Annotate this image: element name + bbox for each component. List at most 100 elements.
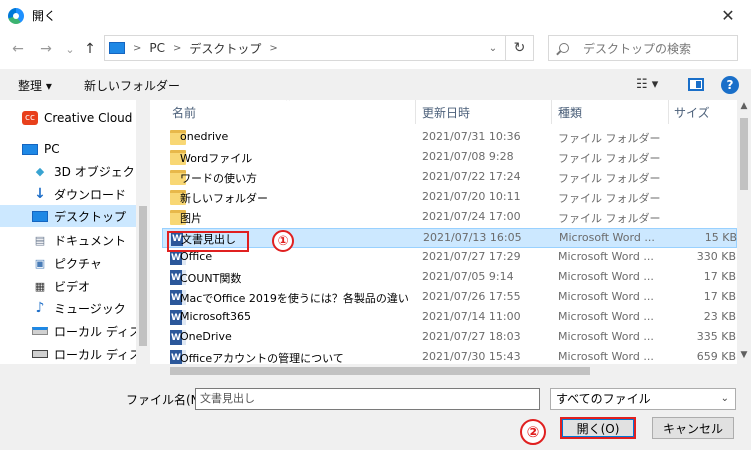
file-modified: 2021/07/05 9:14 <box>422 270 514 283</box>
view-options-icon[interactable]: ☷ ▾ <box>636 77 658 92</box>
pictures-icon: ▣ <box>34 256 46 270</box>
file-row[interactable]: onedrive 2021/07/31 10:36 ファイル フォルダー <box>162 128 737 148</box>
file-name: ワードの使い方 <box>180 172 257 185</box>
file-name: Microsoft365 <box>180 310 252 323</box>
music-icon: ♪ <box>35 300 45 316</box>
chevron-right-icon: > <box>173 42 182 54</box>
file-row[interactable]: ワードの使い方 2021/07/22 17:24 ファイル フォルダー <box>162 168 737 188</box>
scroll-up-icon[interactable]: ▲ <box>738 101 750 111</box>
sidebar-item-downloads[interactable]: ↓ ダウンロード <box>32 183 150 205</box>
pc-icon <box>22 142 38 156</box>
file-row[interactable]: 新しいフォルダー 2021/07/20 10:11 ファイル フォルダー <box>162 188 737 208</box>
file-type: ファイル フォルダー <box>558 152 661 165</box>
window-title: 開く <box>32 9 57 23</box>
sidebar-item-label: ダウンロード <box>54 187 127 202</box>
sidebar-item-videos[interactable]: ▦ ビデオ <box>32 275 150 297</box>
column-header-modified[interactable]: 更新日時 <box>422 100 552 124</box>
drive-icon <box>32 324 48 338</box>
sidebar-item-local-disk-1[interactable]: ローカル ディスク (C <box>32 320 150 342</box>
file-type: Microsoft Word ... <box>558 310 654 323</box>
file-modified: 2021/07/30 15:43 <box>422 350 521 363</box>
file-type: ファイル フォルダー <box>558 132 661 145</box>
sidebar-item-pictures[interactable]: ▣ ピクチャ <box>32 252 150 274</box>
sidebar-item-creative-cloud[interactable]: cc Creative Cloud Files <box>22 107 150 129</box>
sidebar-item-label: ドキュメント <box>54 233 127 248</box>
chevron-right-icon: > <box>133 42 142 54</box>
breadcrumb-desktop[interactable]: デスクトップ <box>189 40 261 57</box>
file-row[interactable]: W OneDrive 2021/07/27 18:03 Microsoft Word … <box>162 328 737 348</box>
address-bar[interactable]: > PC > デスクトップ > ⌄ <box>104 35 506 61</box>
download-icon: ↓ <box>34 186 46 202</box>
column-divider[interactable] <box>668 100 669 124</box>
sidebar-item-label: ピクチャ <box>54 256 102 271</box>
horizontal-scrollbar-thumb[interactable] <box>170 367 590 375</box>
file-size: 335 KB <box>696 330 736 343</box>
sidebar-item-documents[interactable]: ▤ ドキュメント <box>32 229 150 251</box>
file-name: MacでOffice 2019を使うには？各製品の違い <box>180 292 409 305</box>
file-type: Microsoft Word ... <box>558 290 654 303</box>
sidebar-item-3d-objects[interactable]: ◆ 3D オブジェクト <box>32 160 150 182</box>
documents-icon: ▤ <box>34 233 46 247</box>
chevron-down-icon[interactable]: ⌄ <box>481 36 505 60</box>
refresh-button[interactable]: ↻ <box>506 35 534 61</box>
file-row[interactable]: Wordファイル 2021/07/08 9:28 ファイル フォルダー <box>162 148 737 168</box>
column-header-type[interactable]: 種類 <box>558 100 668 124</box>
breadcrumb-pc[interactable]: PC <box>149 41 165 55</box>
recent-locations-icon[interactable]: ⌄ <box>60 39 80 59</box>
desktop-icon <box>32 209 48 223</box>
filename-input[interactable]: 文書見出し <box>195 388 540 410</box>
sort-up-icon: ⌃ <box>284 100 293 108</box>
sidebar-item-local-disk-2[interactable]: ローカル ディスク (C <box>32 343 150 365</box>
filetype-select[interactable]: すべてのファイル ⌄ <box>550 388 736 410</box>
search-placeholder: デスクトップの検索 <box>583 41 692 56</box>
sidebar-scrollbar-thumb[interactable] <box>139 206 147 346</box>
sidebar-item-label: ミュージック <box>54 301 126 316</box>
sidebar-item-label: Creative Cloud Files <box>44 111 150 125</box>
column-divider[interactable] <box>551 100 552 124</box>
highlight-box-file <box>167 231 249 252</box>
file-modified: 2021/07/20 10:11 <box>422 190 521 203</box>
file-type: ファイル フォルダー <box>558 172 661 185</box>
chevron-right-icon: > <box>269 42 278 54</box>
forward-arrow-icon[interactable]: → <box>36 39 56 59</box>
file-row[interactable]: W Microsoft365 2021/07/14 11:00 Microsoft W… <box>162 308 737 328</box>
cancel-button[interactable]: キャンセル <box>652 417 734 439</box>
file-name: 图片 <box>180 212 202 225</box>
sidebar-item-desktop[interactable]: デスクトップ <box>0 205 136 227</box>
file-modified: 2021/07/22 17:24 <box>422 170 521 183</box>
file-type: ファイル フォルダー <box>558 212 661 225</box>
navigation-pane: cc Creative Cloud Files PC ◆ 3D オブジェクト ↓… <box>0 100 150 378</box>
sidebar-item-label: デスクトップ <box>54 209 127 224</box>
sidebar-item-music[interactable]: ♪ ミュージック <box>32 297 150 319</box>
file-type: Microsoft Word ... <box>558 330 654 343</box>
close-button[interactable]: ✕ <box>705 0 751 31</box>
file-row[interactable]: W COUNT関数 2021/07/05 9:14 Microsoft Word ..… <box>162 268 737 288</box>
organize-button[interactable]: 整理 ▾ <box>18 77 52 94</box>
column-divider[interactable] <box>415 100 416 124</box>
new-folder-button[interactable]: 新しいフォルダー <box>84 77 180 94</box>
file-modified: 2021/07/27 17:29 <box>422 250 521 263</box>
column-header-size[interactable]: サイズ <box>674 100 734 124</box>
up-arrow-icon[interactable]: ↑ <box>80 39 100 59</box>
file-row[interactable]: W MacでOffice 2019を使うには？各製品の違い 2021/07/26 1… <box>162 288 737 308</box>
file-row[interactable]: 图片 2021/07/24 17:00 ファイル フォルダー <box>162 208 737 228</box>
preview-pane-icon[interactable] <box>688 78 704 91</box>
file-modified: 2021/07/26 17:55 <box>422 290 521 303</box>
file-type: Microsoft Word ... <box>558 350 654 363</box>
sidebar-item-pc[interactable]: PC <box>22 138 150 160</box>
open-button[interactable]: 開く(O) <box>560 417 636 439</box>
help-icon[interactable]: ? <box>721 76 739 94</box>
back-arrow-icon[interactable]: ← <box>8 39 28 59</box>
file-size: 17 KB <box>703 270 736 283</box>
file-modified: 2021/07/27 18:03 <box>422 330 521 343</box>
file-size: 15 KB <box>704 231 737 244</box>
search-input[interactable]: デスクトップの検索 <box>548 35 738 61</box>
annotation-marker-2: ② <box>520 419 546 445</box>
creative-cloud-icon: cc <box>22 111 38 125</box>
pc-icon <box>109 42 125 54</box>
videos-icon: ▦ <box>34 279 46 293</box>
scroll-down-icon[interactable]: ▼ <box>738 350 750 360</box>
file-name: onedrive <box>180 130 229 143</box>
vertical-scrollbar-thumb[interactable] <box>740 118 748 190</box>
file-type: ファイル フォルダー <box>558 192 661 205</box>
